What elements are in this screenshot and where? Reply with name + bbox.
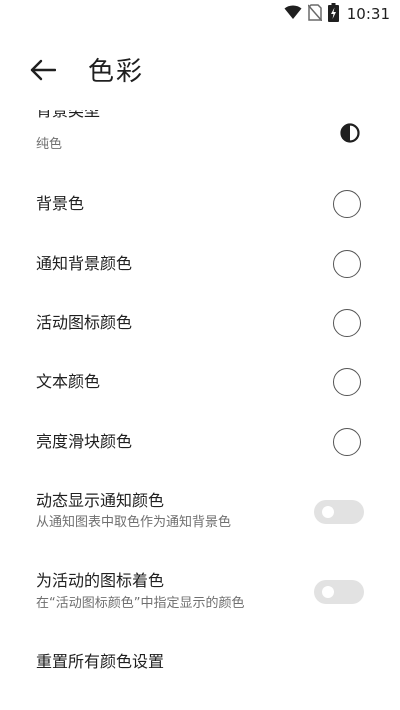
toggle-knob [322,506,334,518]
notification-background-color-swatch[interactable] [333,250,361,278]
setting-text-color[interactable]: 文本颜色 [0,354,400,410]
setting-tint-active-icons[interactable]: 为活动的图标着色 在“活动图标颜色”中指定显示的颜色 [0,563,400,623]
setting-dynamic-notification-color-summary: 从通知图表中取色作为通知背景色 [36,515,232,530]
setting-background-type[interactable]: 背景类型 纯色 [0,110,400,162]
active-icon-color-swatch[interactable] [333,309,361,337]
setting-reset-colors-title: 重置所有颜色设置 [36,652,165,671]
no-sim-icon [307,3,323,25]
status-bar: 10:31 [0,0,400,28]
arrow-left-icon [30,59,57,85]
setting-brightness-slider-color-title: 亮度滑块颜色 [36,432,133,451]
setting-notification-background-color[interactable]: 通知背景颜色 [0,236,400,292]
setting-tint-active-icons-summary: 在“活动图标颜色”中指定显示的颜色 [36,596,245,611]
settings-list[interactable]: 背景类型 纯色 背景色 通知背景颜色 活动图标颜色 文本颜色 亮度滑块颜色 动态… [0,110,400,710]
setting-tint-active-icons-title: 为活动的图标着色 [36,571,165,590]
setting-background-color[interactable]: 背景色 [0,176,400,232]
setting-active-icon-color[interactable]: 活动图标颜色 [0,295,400,351]
contrast-icon [339,122,361,144]
setting-dynamic-notification-color-title: 动态显示通知颜色 [36,491,165,510]
setting-background-type-summary: 纯色 [36,137,63,152]
battery-charging-icon [327,2,339,26]
status-icons: 10:31 [284,2,390,26]
back-button[interactable] [28,58,58,86]
setting-notification-background-color-title: 通知背景颜色 [36,254,133,273]
setting-background-type-title: 背景类型 [36,110,101,120]
tint-active-icons-toggle[interactable] [314,580,364,604]
setting-text-color-title: 文本颜色 [36,372,101,391]
dynamic-notification-color-toggle[interactable] [314,500,364,524]
setting-reset-colors[interactable]: 重置所有颜色设置 [0,642,400,698]
app-bar: 色彩 [0,48,400,96]
toggle-knob [322,586,334,598]
brightness-slider-color-swatch[interactable] [333,428,361,456]
setting-active-icon-color-title: 活动图标颜色 [36,313,133,332]
setting-brightness-slider-color[interactable]: 亮度滑块颜色 [0,414,400,470]
setting-dynamic-notification-color[interactable]: 动态显示通知颜色 从通知图表中取色作为通知背景色 [0,482,400,542]
status-time: 10:31 [346,5,390,23]
text-color-swatch[interactable] [333,368,361,396]
setting-background-color-title: 背景色 [36,194,85,213]
background-color-swatch[interactable] [333,190,361,218]
wifi-icon [284,4,302,24]
page-title: 色彩 [88,57,145,87]
